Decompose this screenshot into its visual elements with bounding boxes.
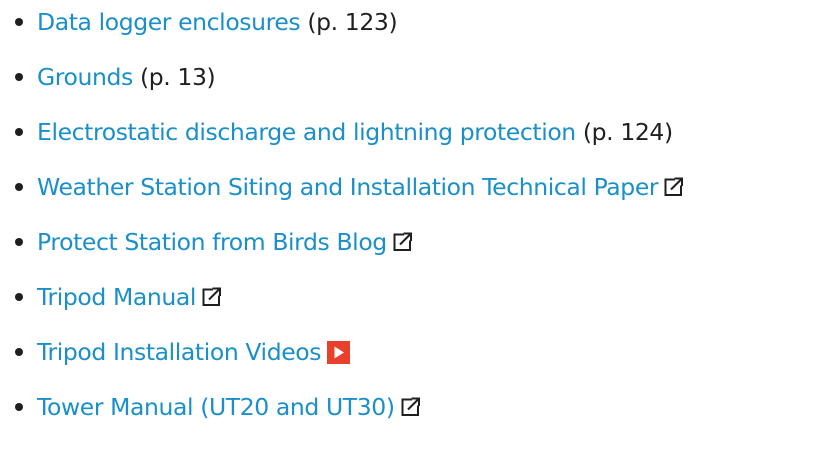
bullet <box>15 238 23 246</box>
list-item-grounds: Grounds (p. 13) <box>0 57 825 112</box>
bullet <box>15 348 23 356</box>
link-tower-manual[interactable]: Tower Manual (UT20 and UT30) <box>37 393 395 421</box>
bullet <box>15 128 23 136</box>
page-reference: (p. 124) <box>582 118 673 146</box>
video-play-icon[interactable] <box>327 336 351 376</box>
link-protect-station-birds[interactable]: Protect Station from Birds Blog <box>37 228 387 256</box>
bullet <box>15 73 23 81</box>
list-item-electrostatic-discharge: Electrostatic discharge and lightning pr… <box>0 112 825 167</box>
link-data-logger-enclosures[interactable]: Data logger enclosures <box>37 8 301 36</box>
external-link-icon[interactable] <box>200 280 222 320</box>
link-grounds[interactable]: Grounds <box>37 63 133 91</box>
bullet <box>15 18 23 26</box>
page-reference: (p. 13) <box>139 63 216 91</box>
external-link-icon[interactable] <box>391 225 413 265</box>
bullet <box>15 183 23 191</box>
list-item-tripod-installation-videos: Tripod Installation Videos <box>0 332 825 387</box>
external-link-icon[interactable] <box>399 390 421 430</box>
bullet <box>15 403 23 411</box>
link-tripod-manual[interactable]: Tripod Manual <box>37 283 196 311</box>
list-item-data-logger-enclosures: Data logger enclosures (p. 123) <box>0 2 825 57</box>
list-item-tower-manual: Tower Manual (UT20 and UT30) <box>0 387 825 442</box>
list-item-tripod-manual: Tripod Manual <box>0 277 825 332</box>
bullet <box>15 293 23 301</box>
list-item-weather-station-siting: Weather Station Siting and Installation … <box>0 167 825 222</box>
related-links-list: Data logger enclosures (p. 123) Grounds … <box>0 2 825 442</box>
page-reference: (p. 123) <box>307 8 398 36</box>
link-weather-station-siting[interactable]: Weather Station Siting and Installation … <box>37 173 659 201</box>
external-link-icon[interactable] <box>662 170 684 210</box>
link-electrostatic-discharge[interactable]: Electrostatic discharge and lightning pr… <box>37 118 576 146</box>
link-tripod-installation-videos[interactable]: Tripod Installation Videos <box>37 338 321 366</box>
list-item-protect-station-birds: Protect Station from Birds Blog <box>0 222 825 277</box>
